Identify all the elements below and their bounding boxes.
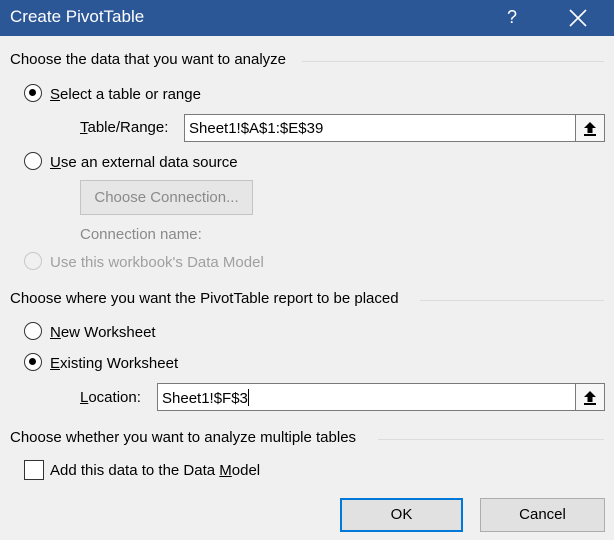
new-worksheet-label[interactable]: New Worksheet (50, 324, 156, 341)
multiple-tables-section-heading: Choose whether you want to analyze multi… (10, 429, 357, 446)
cancel-button[interactable]: Cancel (480, 498, 605, 532)
data-model-radio (24, 252, 42, 270)
table-range-input[interactable]: Sheet1!$A$1:$E$39 (184, 114, 576, 142)
select-table-radio[interactable] (24, 84, 42, 102)
external-source-label[interactable]: Use an external data source (50, 154, 238, 171)
add-data-model-label[interactable]: Add this data to the Data Model (50, 462, 260, 479)
table-range-collapse-button[interactable] (575, 114, 605, 142)
ok-button[interactable]: OK (340, 498, 463, 532)
location-collapse-button[interactable] (575, 383, 605, 411)
location-value: Sheet1!$F$3 (162, 390, 248, 407)
data-section-heading: Choose the data that you want to analyze (10, 51, 287, 68)
text-cursor (247, 389, 249, 406)
location-input[interactable]: Sheet1!$F$3 (157, 383, 576, 411)
external-source-radio[interactable] (24, 152, 42, 170)
dialog-title: Create PivotTable (10, 7, 145, 26)
section-divider (302, 61, 604, 62)
location-label: Location: (80, 389, 141, 406)
section-divider (420, 300, 604, 301)
collapse-dialog-icon (584, 122, 596, 136)
connection-name-label: Connection name: (80, 226, 202, 243)
add-data-model-checkbox[interactable] (24, 460, 44, 480)
help-button[interactable]: ? (500, 4, 524, 30)
existing-worksheet-label[interactable]: Existing Worksheet (50, 355, 178, 372)
data-model-label: Use this workbook's Data Model (50, 254, 264, 271)
table-range-label: Table/Range: (80, 119, 169, 136)
section-divider (378, 439, 604, 440)
close-button[interactable] (566, 6, 590, 30)
close-icon (569, 9, 587, 27)
choose-connection-button: Choose Connection... (80, 180, 253, 215)
collapse-dialog-icon (584, 391, 596, 405)
select-table-label[interactable]: Select a table or range (50, 86, 201, 103)
new-worksheet-radio[interactable] (24, 322, 42, 340)
existing-worksheet-radio[interactable] (24, 353, 42, 371)
title-bar: Create PivotTable ? (0, 0, 614, 36)
placement-section-heading: Choose where you want the PivotTable rep… (10, 290, 399, 307)
